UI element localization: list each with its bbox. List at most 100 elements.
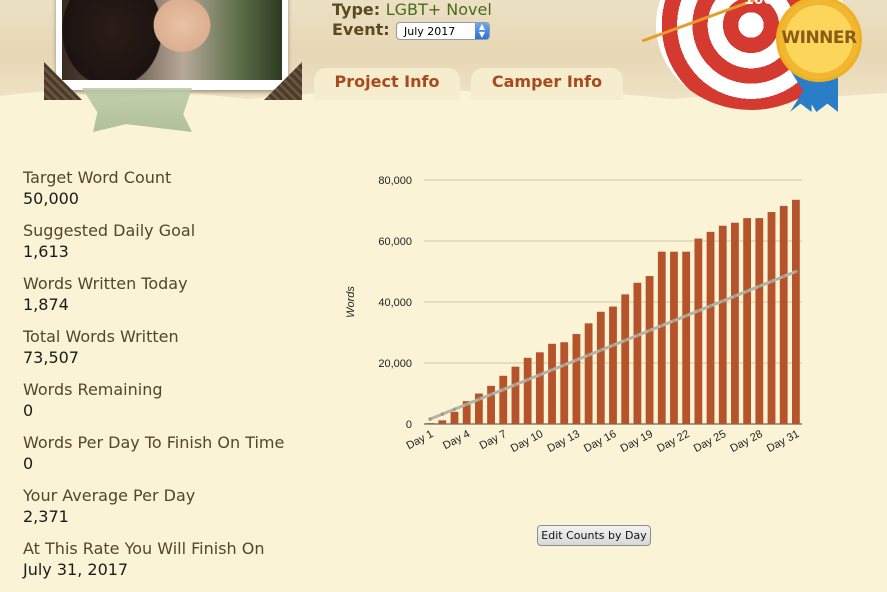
stat-average: Your Average Per Day 2,371: [23, 486, 323, 531]
word-count-chart: 0 20,000 40,000 60,000 80,000 Words Day 1 Day 4…: [345, 175, 802, 455]
goal-point: [501, 387, 506, 392]
stat-value: 73,507: [23, 348, 79, 367]
chart-bar: [609, 306, 617, 424]
x-tick-label: Day 19: [619, 428, 655, 455]
profile-photo-frame: [56, 0, 288, 90]
stat-value: 0: [23, 401, 34, 420]
stat-value: 1,874: [23, 295, 69, 314]
event-select[interactable]: July 2017 ▲ ▼: [396, 22, 490, 40]
goal-point: [428, 417, 432, 421]
x-tick-label: Day 4: [441, 428, 472, 452]
chart-bar: [450, 411, 459, 424]
chart-bar: [743, 218, 752, 424]
goal-point: [635, 333, 640, 338]
stat-value: 2,371: [23, 507, 69, 526]
chart-bar: [779, 205, 788, 424]
x-tick-label: Day 1: [404, 428, 435, 452]
goal-point: [794, 269, 798, 274]
x-tick-label: Day 16: [582, 428, 618, 455]
goal-point: [769, 279, 774, 284]
chart-bar: [767, 212, 776, 424]
type-label: Type:: [332, 0, 381, 19]
chart-bar: [426, 423, 434, 424]
leaf-decoration: [82, 88, 192, 132]
chart-bar: [487, 385, 495, 424]
type-value: LGBT+ Novel: [385, 0, 492, 19]
chart-bar: [670, 251, 678, 424]
goal-point: [440, 412, 445, 416]
goal-point: [513, 382, 518, 387]
chart-bar: [584, 323, 593, 424]
profile-photo: [62, 0, 282, 80]
stat-label: Suggested Daily Goal: [23, 221, 196, 240]
chart-bar: [511, 366, 520, 424]
x-tick-label: Day 28: [728, 428, 764, 455]
goal-point: [464, 402, 469, 407]
project-type: Type: LGBT+ Novel: [332, 0, 492, 19]
stat-label: Your Average Per Day: [23, 486, 196, 505]
goal-point: [538, 373, 542, 377]
chart-bar: [657, 251, 666, 424]
chart-bar: [560, 342, 569, 424]
chart-bar: [633, 282, 642, 424]
y-tick-label: 40,000: [378, 297, 412, 309]
chart-bar: [523, 357, 532, 424]
chart-bar: [535, 352, 544, 424]
stat-label: Words Remaining: [23, 380, 163, 399]
chart-bar: [731, 222, 739, 424]
stat-finish-date: At This Rate You Will Finish On July 31,…: [23, 539, 323, 584]
x-tick-label: Day 22: [655, 428, 691, 455]
goal-point: [477, 397, 481, 402]
stat-value: July 31, 2017: [23, 560, 129, 579]
stat-total-words: Total Words Written 73,507: [23, 327, 323, 372]
goal-point: [672, 318, 676, 323]
goal-point: [745, 289, 749, 293]
goal-point: [781, 274, 786, 279]
chart-bar: [499, 375, 508, 424]
x-tick-label: Day 7: [478, 428, 509, 452]
event-label: Event:: [332, 20, 390, 39]
stat-words-per-day: Words Per Day To Finish On Time 0: [23, 433, 323, 478]
goal-point: [599, 348, 603, 353]
x-tick-label: Day 10: [509, 428, 545, 455]
chart-bar: [792, 199, 800, 424]
tab-camper-info[interactable]: Camper Info: [471, 68, 623, 100]
x-tick-label: Day 25: [692, 428, 728, 455]
edit-counts-button[interactable]: Edit Counts by Day: [537, 525, 651, 546]
chart-bar: [706, 231, 715, 424]
chart-bar: [596, 311, 605, 424]
stat-words-today: Words Written Today 1,874: [23, 274, 323, 319]
goal-point: [659, 323, 664, 328]
goal-point: [611, 343, 615, 348]
stat-label: Words Written Today: [23, 274, 188, 293]
chart-bar: [572, 334, 581, 424]
goal-point: [696, 309, 701, 313]
stats-panel: Target Word Count 50,000 Suggested Daily…: [23, 168, 323, 592]
chart-bar: [645, 276, 654, 424]
y-tick-label: 60,000: [378, 236, 412, 248]
target-number: 100: [744, 0, 774, 8]
project-event: Event:: [332, 20, 390, 39]
goal-point: [489, 392, 493, 397]
chart-bar: [755, 218, 764, 424]
y-tick-label: 0: [406, 419, 412, 431]
chart-bar: [718, 225, 727, 424]
y-tick-label: 20,000: [378, 358, 412, 370]
x-tick-label: Day 13: [545, 428, 581, 455]
y-axis-label: Words: [345, 286, 357, 318]
y-tick-label: 80,000: [378, 175, 412, 187]
chart-bar: [682, 251, 691, 424]
chart-bar: [621, 294, 630, 424]
goal-point: [733, 294, 737, 298]
tab-project-info[interactable]: Project Info: [314, 68, 460, 100]
goal-point: [562, 363, 567, 367]
chart-bar: [438, 420, 447, 424]
event-selected-value: July 2017: [404, 25, 456, 38]
goal-point: [757, 284, 762, 289]
stat-label: At This Rate You Will Finish On: [23, 539, 265, 558]
select-arrows-icon: ▲ ▼: [475, 23, 489, 39]
goal-point: [525, 377, 530, 382]
chart-bar: [548, 343, 556, 424]
stat-value: 0: [23, 454, 34, 473]
stat-value: 50,000: [23, 189, 79, 208]
